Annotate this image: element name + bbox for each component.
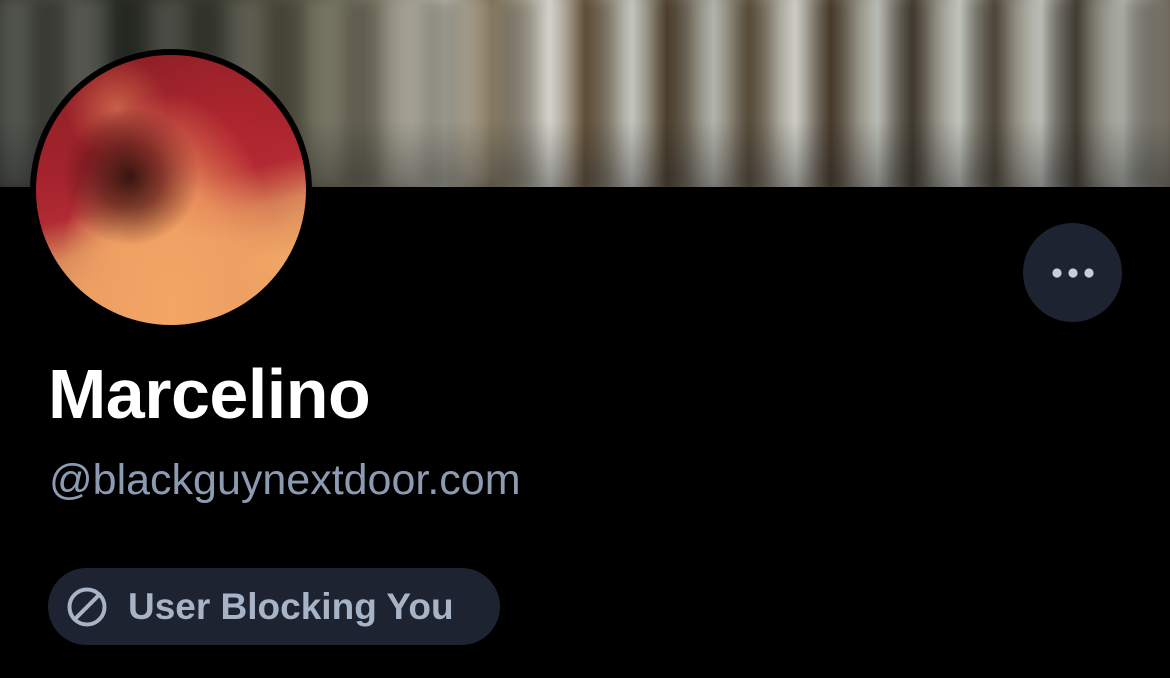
profile-header: Marcelino @blackguynextdoor.com User Blo… (0, 0, 1170, 678)
more-horizontal-icon (1051, 267, 1094, 278)
block-icon (67, 587, 107, 626)
user-handle: @blackguynextdoor.com (49, 456, 521, 504)
more-options-button[interactable] (1023, 223, 1122, 322)
display-name: Marcelino (48, 355, 371, 433)
block-status-badge: User Blocking You (48, 568, 500, 645)
avatar[interactable] (36, 55, 306, 325)
block-status-label: User Blocking You (128, 585, 454, 627)
